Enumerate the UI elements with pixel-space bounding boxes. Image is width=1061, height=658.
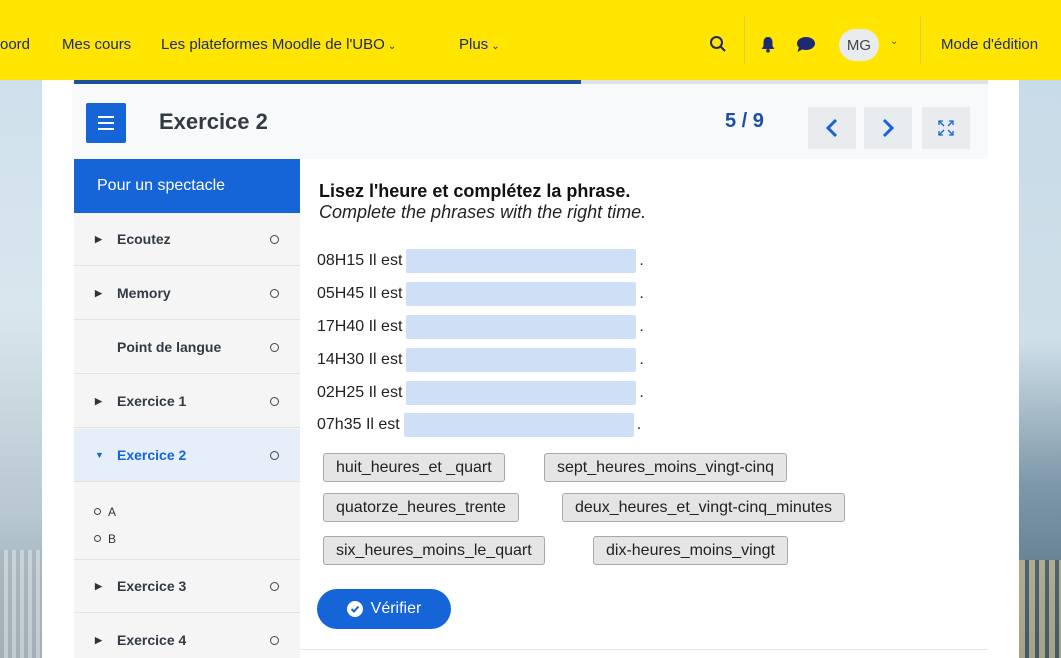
nav-link-dashboard[interactable]: oord	[0, 36, 30, 53]
exercise-instruction: Lisez l'heure et complétez la phrase.	[319, 181, 631, 201]
sidebar-subitem-b[interactable]: B	[94, 532, 116, 546]
status-circle-icon	[270, 396, 279, 406]
status-circle-icon	[270, 234, 279, 244]
row-prefix: 17H40 Il est	[317, 318, 403, 335]
chevron-right-icon	[882, 118, 895, 138]
sidebar-item-exercice-2[interactable]: ▼ Exercice 2	[74, 429, 300, 482]
sidebar-item-label: Exercice 2	[117, 447, 187, 463]
bell-icon[interactable]	[757, 32, 779, 56]
row-prefix: 02H25 Il est	[317, 384, 403, 401]
sidebar-item-label: Exercice 1	[117, 393, 187, 409]
fill-row: 14H30 Il est .	[317, 348, 644, 372]
exercise-content: Lisez l'heure et complétez la phrase. Co…	[300, 159, 988, 658]
caret-right-icon: ▶	[95, 634, 102, 645]
row-prefix: 08H15 Il est	[317, 252, 403, 269]
draggable-choice[interactable]: huit_heures_et _quart	[323, 453, 505, 482]
sidebar-heading[interactable]: Pour un spectacle	[74, 159, 300, 213]
fill-row: 08H15 Il est .	[317, 249, 644, 273]
row-suffix: .	[639, 318, 644, 335]
caret-right-icon: ▶	[95, 233, 102, 244]
content-bottom-border	[300, 649, 988, 650]
sidebar-subitems: A B	[74, 483, 300, 560]
status-circle-icon	[270, 635, 279, 645]
caret-right-icon: ▶	[95, 287, 102, 298]
caret-right-icon: ▶	[95, 395, 102, 406]
chevron-down-icon: ⌄	[387, 41, 397, 52]
row-suffix: .	[639, 351, 644, 368]
nav-link-plus-label: Plus	[459, 36, 489, 53]
fill-row: 05H45 Il est .	[317, 282, 644, 306]
expand-icon	[938, 120, 954, 136]
chevron-left-icon	[825, 118, 838, 138]
nav-link-mes-cours[interactable]: Mes cours	[62, 36, 131, 53]
sidebar-item-label: Exercice 4	[117, 632, 187, 648]
exercise-instruction-english: Complete the phrases with the right time…	[319, 202, 647, 222]
fullscreen-button[interactable]	[922, 107, 970, 149]
nav-link-plateformes[interactable]: Les plateformes Moodle de l'UBO ⌄	[161, 36, 396, 53]
background-photo-right	[1019, 80, 1061, 658]
previous-page-button[interactable]	[808, 107, 856, 149]
chevron-down-icon: ⌄	[491, 41, 500, 52]
draggable-choice[interactable]: six_heures_moins_le_quart	[323, 536, 545, 565]
row-suffix: .	[639, 285, 644, 302]
sidebar-item-point-de-langue[interactable]: Point de langue	[74, 321, 300, 374]
draggable-choice[interactable]: deux_heures_et_vingt-cinq_minutes	[562, 493, 846, 522]
sidebar-item-label: Memory	[117, 285, 171, 301]
draggable-choice[interactable]: sept_heures_moins_vingt-cinq	[544, 453, 788, 482]
verify-button[interactable]: Vérifier	[317, 589, 451, 629]
nav-divider	[920, 16, 921, 64]
chat-icon[interactable]	[794, 33, 818, 55]
row-suffix: .	[636, 416, 642, 433]
background-photo-left	[0, 80, 42, 658]
avatar[interactable]: MG	[839, 29, 879, 61]
drop-zone[interactable]	[406, 282, 637, 306]
check-circle-icon	[346, 601, 363, 617]
toc-menu-button[interactable]	[86, 103, 126, 143]
chevron-down-icon[interactable]: ⌄	[890, 36, 898, 47]
fill-row: 17H40 Il est .	[317, 315, 644, 339]
row-suffix: .	[639, 252, 644, 269]
status-circle-icon	[270, 342, 279, 352]
row-prefix: 05H45 Il est	[317, 285, 403, 302]
page-title: Exercice 2	[159, 109, 268, 134]
sidebar-item-label: Exercice 3	[117, 578, 187, 594]
sidebar-subitem-a[interactable]: A	[94, 505, 116, 519]
sidebar-item-label: Ecoutez	[117, 231, 171, 247]
verify-button-label: Vérifier	[370, 600, 422, 617]
row-prefix: 14H30 Il est	[317, 351, 403, 368]
page-counter: 5 / 9	[725, 110, 764, 132]
sidebar-item-memory[interactable]: ▶ Memory	[74, 267, 300, 320]
drop-zone[interactable]	[406, 381, 637, 405]
row-suffix: .	[639, 384, 644, 401]
nav-link-plateformes-label: Les plateformes Moodle de l'UBO	[161, 36, 385, 53]
next-page-button[interactable]	[864, 107, 912, 149]
drop-zone[interactable]	[406, 348, 637, 372]
status-circle-icon	[270, 581, 279, 591]
lesson-card: Exercice 2 5 / 9 Pour un spectacle ▶ Eco…	[42, 80, 1019, 658]
lesson-header: Exercice 2 5 / 9	[72, 84, 988, 159]
drop-zone[interactable]	[406, 249, 637, 273]
nav-divider	[744, 16, 745, 64]
drop-zone[interactable]	[406, 315, 637, 339]
sidebar-item-ecoutez[interactable]: ▶ Ecoutez	[74, 213, 300, 266]
caret-right-icon: ▶	[95, 580, 102, 591]
edit-mode-toggle[interactable]: Mode d'édition	[941, 36, 1038, 53]
lesson-sidebar: Pour un spectacle ▶ Ecoutez ▶ Memory Poi…	[74, 159, 300, 658]
fill-row: 07h35 Il est .	[317, 413, 641, 437]
row-prefix: 07h35 Il est	[317, 416, 400, 433]
sidebar-item-exercice-1[interactable]: ▶ Exercice 1	[74, 375, 300, 428]
sidebar-item-exercice-3[interactable]: ▶ Exercice 3	[74, 560, 300, 613]
fill-row: 02H25 Il est .	[317, 381, 644, 405]
drop-zone[interactable]	[403, 413, 634, 437]
nav-link-plus[interactable]: Plus ⌄	[459, 36, 500, 53]
sidebar-item-label: Point de langue	[117, 339, 222, 355]
search-icon[interactable]	[706, 32, 730, 56]
draggable-choice[interactable]: quatorze_heures_trente	[323, 493, 519, 522]
status-circle-icon	[270, 288, 279, 298]
top-navbar: oord Mes cours Les plateformes Moodle de…	[0, 0, 1061, 80]
draggable-choice[interactable]: dix-heures_moins_vingt	[593, 536, 788, 565]
caret-down-icon: ▼	[95, 450, 104, 460]
status-circle-icon	[270, 450, 279, 460]
sidebar-item-exercice-4[interactable]: ▶ Exercice 4	[74, 614, 300, 658]
